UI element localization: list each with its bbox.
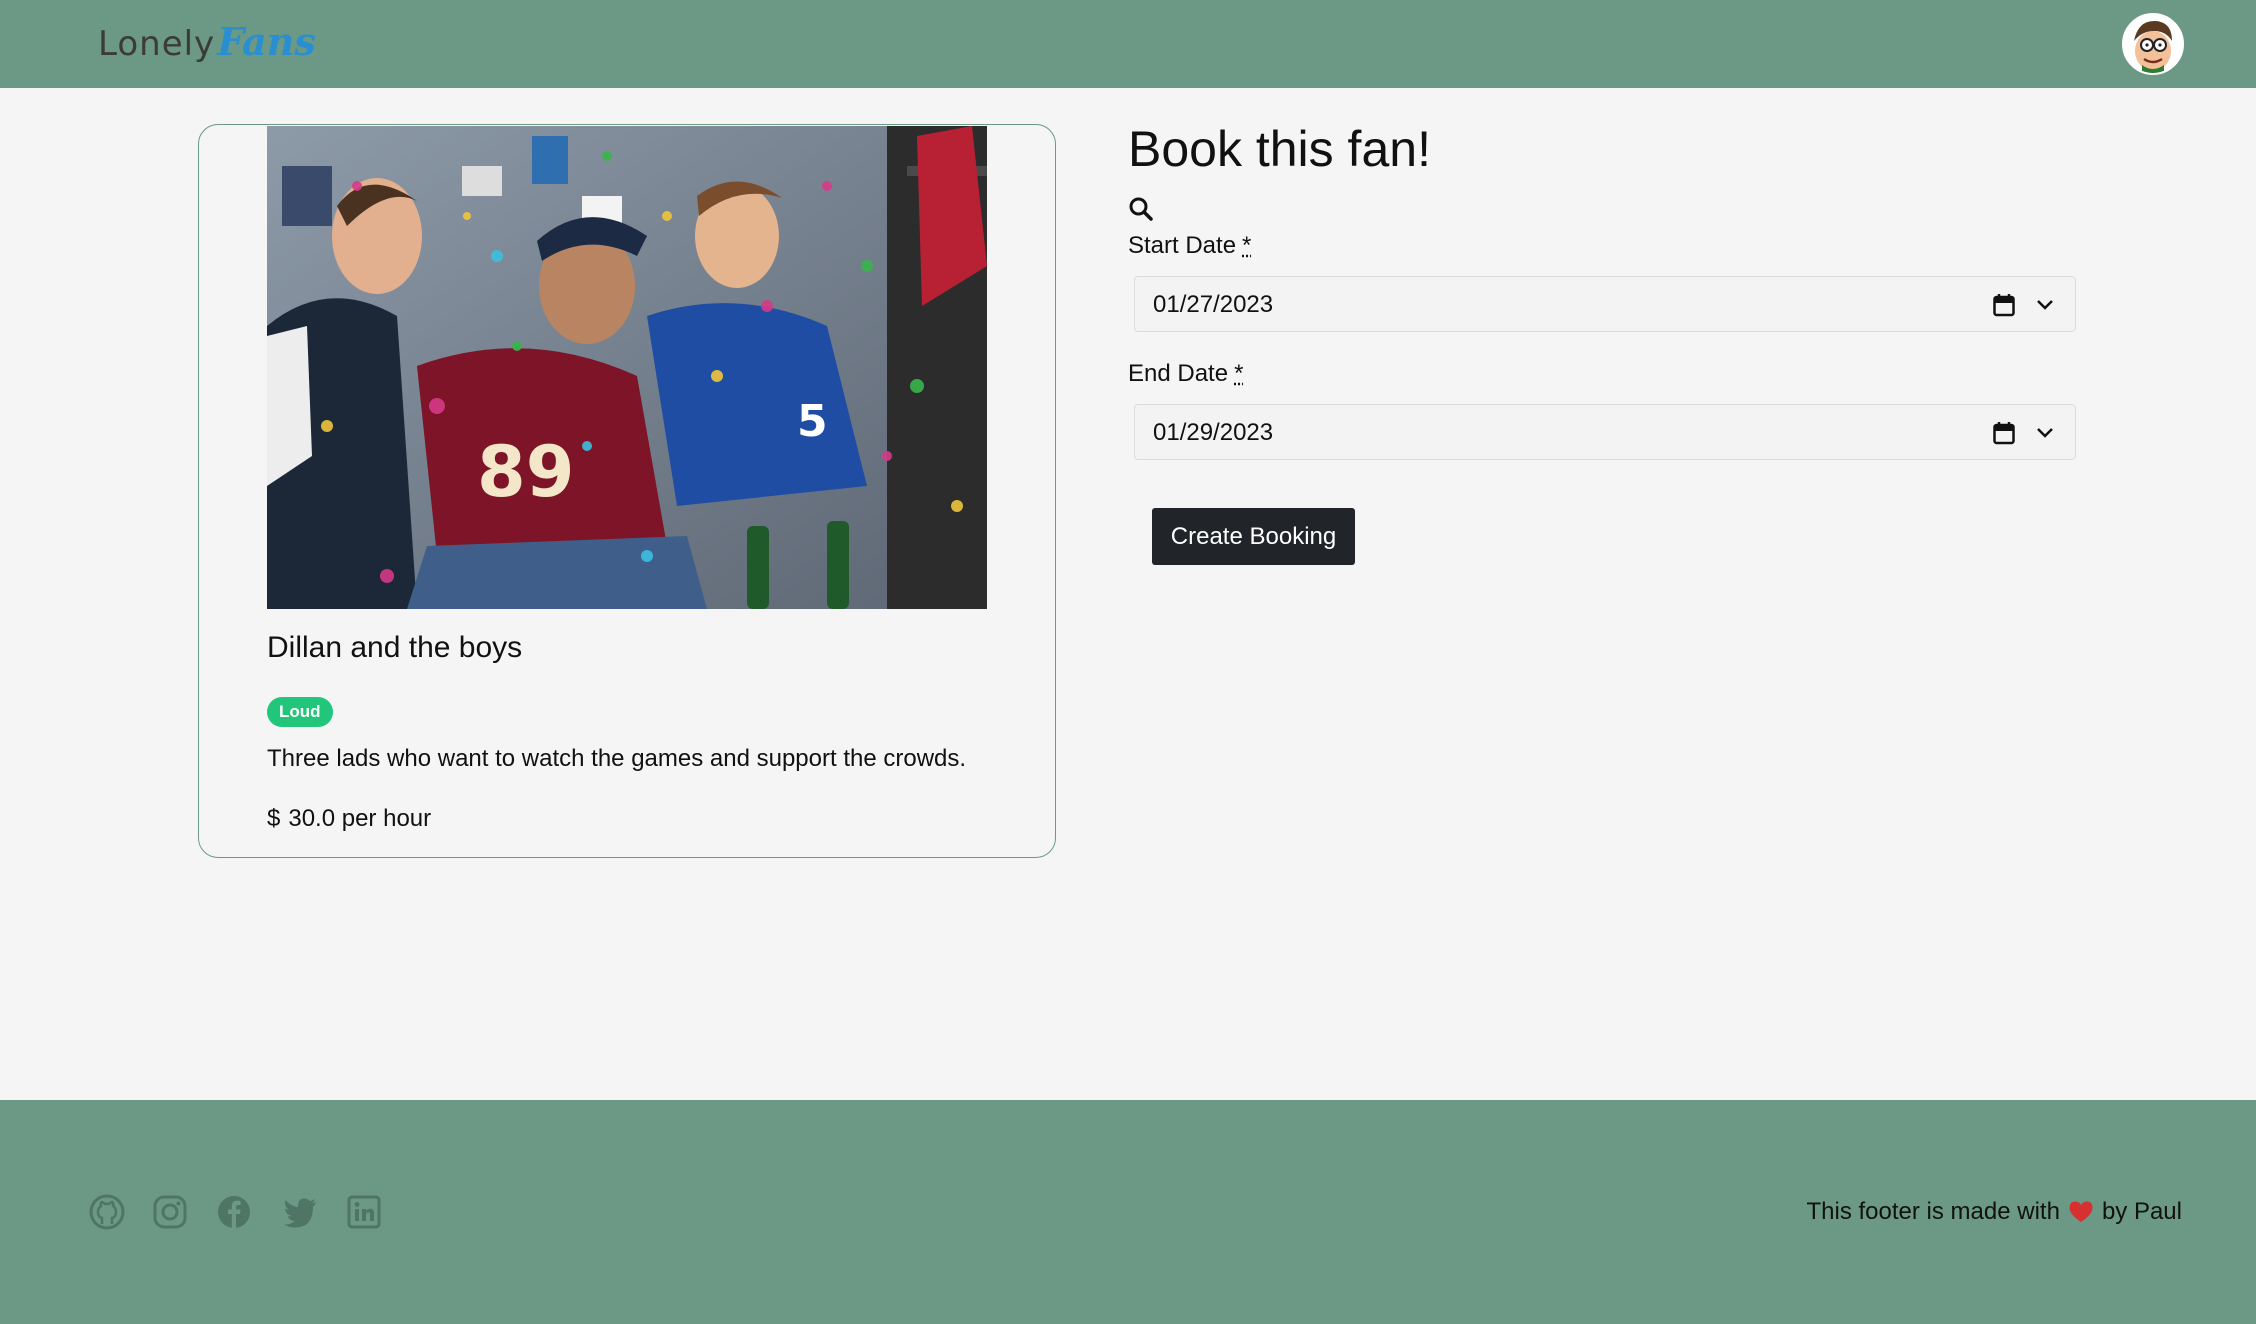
user-avatar[interactable] <box>2122 13 2184 75</box>
price-text: 30.0 per hour <box>288 805 432 832</box>
instagram-icon[interactable] <box>152 1194 188 1230</box>
svg-text:5: 5 <box>797 396 828 447</box>
svg-text:89: 89 <box>477 431 574 513</box>
search-icon[interactable] <box>1128 196 1154 222</box>
end-date-label: End Date * <box>1128 360 1243 388</box>
start-date-label-text: Start Date <box>1128 232 1237 259</box>
github-icon[interactable] <box>89 1194 125 1230</box>
calendar-icon[interactable] <box>1993 293 2015 317</box>
price-currency: $ <box>267 805 281 832</box>
user-avatar-icon <box>2124 15 2182 73</box>
twitter-icon[interactable] <box>282 1194 318 1230</box>
fan-title: Dillan and the boys <box>267 631 523 664</box>
footer-text-after: by Paul <box>2101 1198 2182 1225</box>
start-date-label: Start Date * <box>1128 232 1251 260</box>
logo-text-fans: Fans <box>217 19 316 64</box>
end-date-label-text: End Date <box>1128 360 1229 387</box>
fans-photo: 89 5 <box>267 126 987 609</box>
fan-photo: 89 5 <box>267 126 987 609</box>
fan-card: 89 5 Dillan and the boys Loud Three lads… <box>198 124 1056 858</box>
facebook-icon[interactable] <box>216 1194 252 1230</box>
required-marker: * <box>1234 360 1244 387</box>
navbar: Lonely Fans <box>0 0 2256 88</box>
footer-credit: This footer is made with by Paul <box>1807 1198 2183 1226</box>
fan-description: Three lads who want to watch the games a… <box>267 745 967 772</box>
create-booking-button[interactable]: Create Booking <box>1152 508 1355 565</box>
personality-badge: Loud <box>267 697 333 727</box>
end-date-value: 01/29/2023 <box>1153 419 1274 446</box>
chevron-down-icon[interactable] <box>2035 297 2055 313</box>
site-logo[interactable]: Lonely Fans <box>98 14 316 70</box>
logo-text-lonely: Lonely <box>98 24 216 64</box>
heart-icon <box>2069 1201 2093 1222</box>
calendar-icon[interactable] <box>1993 421 2015 445</box>
linkedin-icon[interactable] <box>346 1194 382 1230</box>
start-date-input[interactable]: 01/27/2023 <box>1134 276 2076 332</box>
required-marker: * <box>1242 232 1252 259</box>
fan-price: $ 30.0 per hour <box>267 805 431 833</box>
chevron-down-icon[interactable] <box>2035 425 2055 441</box>
end-date-input[interactable]: 01/29/2023 <box>1134 404 2076 460</box>
footer-text-before: This footer is made with <box>1806 1198 2060 1225</box>
page-title: Book this fan! <box>1128 121 1431 177</box>
start-date-value: 01/27/2023 <box>1153 291 1274 318</box>
